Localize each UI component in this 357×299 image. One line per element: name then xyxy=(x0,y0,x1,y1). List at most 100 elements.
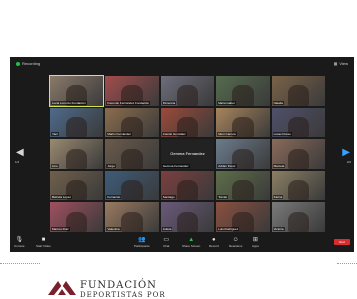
participant-tile[interactable]: Moni Carrera xyxy=(216,107,270,138)
participants-icon: 👥 xyxy=(138,237,146,243)
record-dot-icon xyxy=(16,61,20,66)
participant-tile[interactable]: Marcos Ruiz xyxy=(50,202,104,232)
foundation-subtitle: DEPORTISTAS POR xyxy=(80,291,166,299)
start-video-button[interactable]: ■ Start Video xyxy=(36,237,51,248)
reactions-label: Reactions xyxy=(229,244,243,248)
participant-tile[interactable]: Lucas Flores xyxy=(271,107,325,138)
participant-name-label: Facundo Fernández Fundación xyxy=(106,100,151,105)
record-label: Record xyxy=(209,244,219,248)
participant-video xyxy=(66,117,88,138)
participant-name-center: Gemma Fernandez xyxy=(170,151,205,157)
participant-tile[interactable]: Santiago xyxy=(160,170,215,201)
participant-tile[interactable]: Lino xyxy=(50,139,104,169)
participant-name-label: Adrian Perez xyxy=(217,163,237,168)
apps-icon: ⊞ xyxy=(252,237,258,243)
participant-tile[interactable]: Julieta xyxy=(160,202,215,232)
decorative-dotted-line xyxy=(0,263,40,264)
participant-tile[interactable]: Florencia xyxy=(160,76,215,106)
participant-name-label: Gemma Fernandez xyxy=(161,163,190,168)
title-bar: Recording ▦ View xyxy=(10,57,354,69)
participant-tile[interactable]: Maria Isabel xyxy=(216,76,270,106)
video-label: Start Video xyxy=(36,244,51,248)
page-indicator-left: 1/2 xyxy=(15,160,20,164)
participants-button[interactable]: 👥 Participants xyxy=(134,237,150,248)
reactions-button[interactable]: ☺ Reactions xyxy=(229,237,242,248)
participant-video xyxy=(176,211,199,232)
participant-name-label: Santiago xyxy=(161,195,176,200)
participant-video xyxy=(121,211,143,232)
participant-video xyxy=(232,180,254,201)
participant-name-label: Florencia xyxy=(161,100,177,105)
meeting-toolbar: 🎙 Unmute ■ Start Video 👥 Participants ▭ … xyxy=(10,234,354,252)
participant-video xyxy=(287,148,309,169)
participant-tile[interactable]: Natalia xyxy=(271,76,325,106)
participant-name-label: Jorge xyxy=(106,163,116,168)
participant-tile[interactable]: Marcela xyxy=(271,139,325,169)
participant-video xyxy=(121,180,143,201)
share-screen-button[interactable]: ▲ Share Screen xyxy=(182,237,200,248)
chat-button[interactable]: ▭ Chat xyxy=(163,237,169,248)
participant-name-label: Lucia Lorenzo Fundación xyxy=(51,100,87,105)
view-label: View xyxy=(339,61,348,66)
participant-name-label: Martin Fernández xyxy=(106,132,132,137)
foundation-branding: FUNDACIÓN DEPORTISTAS POR xyxy=(36,270,196,299)
participant-video xyxy=(287,211,309,232)
participant-name-label: Belinda Lopez xyxy=(51,195,73,200)
participant-tile[interactable]: Gemma Fernandez Gemma Fernandez xyxy=(160,139,215,169)
mute-button[interactable]: 🎙 Unmute xyxy=(14,237,25,248)
participant-tile[interactable]: Valentina xyxy=(105,202,159,232)
participant-tile[interactable]: Belinda Lopez xyxy=(50,170,104,201)
participants-label: Participants xyxy=(134,244,150,248)
participant-name-label: Camilo González xyxy=(161,132,187,137)
page-indicator-right: 2/2 xyxy=(346,160,351,164)
participant-tile[interactable]: Camilo González xyxy=(160,107,215,138)
camera-off-icon: ■ xyxy=(41,237,46,243)
participant-video xyxy=(176,180,199,201)
participant-tile[interactable]: Karina xyxy=(271,170,325,201)
apps-label: Apps xyxy=(252,244,259,248)
participant-tile[interactable]: Luis Rodriguez xyxy=(216,202,270,232)
previous-page-icon[interactable]: ◀ xyxy=(16,147,24,158)
decorative-dotted-line-right xyxy=(337,263,357,264)
share-screen-icon: ▲ xyxy=(188,237,195,243)
end-meeting-button[interactable]: End xyxy=(334,239,350,245)
participant-tile[interactable]: Victoria xyxy=(271,202,325,232)
view-button[interactable]: ▦ View xyxy=(334,61,348,66)
zoom-window: Recording ▦ View ◀ 1/2 ▶ 2/2 Lucia Loren… xyxy=(10,57,354,252)
participant-name-label: Victoria xyxy=(272,226,285,231)
foundation-logo-icon xyxy=(48,281,76,295)
share-label: Share Screen xyxy=(182,244,201,248)
participant-video xyxy=(287,180,309,201)
participant-tile[interactable]: Martin Fernández xyxy=(105,107,159,138)
participant-name-label: Lucas Flores xyxy=(272,132,292,137)
participant-tile[interactable]: Jorge xyxy=(105,139,159,169)
chat-label: Chat xyxy=(163,244,170,248)
next-page-icon[interactable]: ▶ xyxy=(342,147,350,158)
participant-tile[interactable]: Lucia Lorenzo Fundación xyxy=(48,75,105,107)
recording-indicator: Recording xyxy=(16,61,40,66)
participant-name-label: Fernando xyxy=(106,195,122,200)
participant-tile[interactable]: Yani xyxy=(50,107,104,138)
participant-name-label: Luis Rodriguez xyxy=(217,226,240,231)
participant-name-label: Moni Carrera xyxy=(217,132,237,137)
foundation-name: FUNDACIÓN xyxy=(80,280,157,291)
participant-name-label: Natalia xyxy=(272,100,284,105)
chat-icon: ▭ xyxy=(163,237,169,243)
participant-name-label: Valentina xyxy=(106,226,121,231)
participant-name-label: Tomás xyxy=(217,195,229,200)
participant-video xyxy=(287,85,309,106)
record-icon: ● xyxy=(212,237,216,243)
participant-video xyxy=(121,148,143,169)
participant-name-label: Marcela xyxy=(272,163,286,168)
apps-button[interactable]: ⊞ Apps xyxy=(252,237,259,248)
participant-tile[interactable]: Adrian Perez xyxy=(216,139,270,169)
participant-tile[interactable]: Facundo Fernández Fundación xyxy=(105,76,159,106)
window-title: Recording xyxy=(22,61,41,66)
participant-name-label: Maria Isabel xyxy=(217,100,236,105)
participant-tile[interactable]: Fernando xyxy=(105,170,159,201)
participant-tile[interactable]: Tomás xyxy=(216,170,270,201)
participant-video xyxy=(66,148,88,169)
participant-grid: Lucia Lorenzo Fundación Facundo Fernández… xyxy=(48,75,325,232)
participant-name-label: Karina xyxy=(272,195,284,200)
record-button[interactable]: ● Record xyxy=(209,237,219,248)
